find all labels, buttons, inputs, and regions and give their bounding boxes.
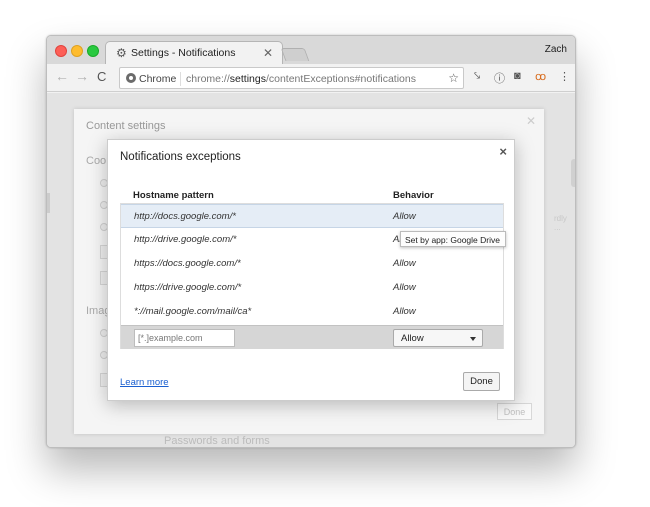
set-by-app-tooltip: Set by app: Google Drive [400, 231, 506, 247]
exception-hostname: https://drive.google.com/* [134, 282, 242, 293]
content-settings-title: Content settings [86, 120, 166, 132]
close-window-button[interactable] [55, 45, 67, 57]
reload-icon[interactable]: C [97, 69, 106, 84]
exception-behavior: Allow [393, 211, 416, 222]
exception-hostname: http://drive.google.com/* [134, 234, 237, 245]
info-extension-icon[interactable]: ⓘ [494, 70, 505, 86]
sidebar-marker [47, 193, 50, 213]
behavior-select-value: Allow [401, 333, 424, 344]
site-chip: Chrome [139, 73, 177, 85]
hostname-column-header: Hostname pattern [133, 190, 214, 201]
url-path: /contentExceptions#notifications [265, 73, 416, 85]
exception-row[interactable]: https://drive.google.com/* Allow [121, 276, 503, 300]
learn-more-link[interactable]: Learn more [120, 377, 169, 388]
exceptions-list: http://docs.google.com/* Allow http://dr… [120, 204, 504, 349]
exception-hostname: *://mail.google.com/mail/ca* [134, 306, 252, 317]
exception-row[interactable]: https://docs.google.com/* Allow [121, 252, 503, 276]
forward-arrow-icon[interactable]: → [75, 68, 89, 84]
behavior-column-header: Behavior [393, 190, 434, 201]
done-button[interactable]: Done [463, 372, 500, 391]
pocket-extension-icon[interactable]: ◙ [514, 70, 521, 82]
address-bar[interactable]: Chrome chrome://settings/contentExceptio… [119, 67, 464, 89]
url-text[interactable]: chrome://settings/contentExceptions#noti… [186, 73, 416, 85]
back-arrow-icon[interactable]: ← [55, 68, 69, 84]
url-scheme: chrome:// [186, 73, 230, 85]
menu-kebab-icon[interactable]: ⋮ [559, 70, 570, 83]
dialog-close-icon[interactable]: × [499, 144, 507, 159]
exception-behavior: Allow [393, 306, 416, 317]
exception-behavior: Allow [393, 282, 416, 293]
exception-row[interactable]: http://docs.google.com/* Allow [121, 204, 503, 228]
browser-toolbar: ← → C Chrome chrome://settings/contentEx… [47, 64, 575, 92]
maximize-window-button[interactable] [87, 45, 99, 57]
exception-hostname: https://docs.google.com/* [134, 258, 241, 269]
omnibox-divider [180, 72, 181, 86]
new-pattern-input[interactable]: [*.]example.com [134, 329, 235, 347]
new-tab-button[interactable] [280, 48, 310, 61]
cookies-section-label: Coo [86, 155, 107, 167]
new-exception-row: [*.]example.com Allow [121, 325, 503, 349]
exception-hostname: http://docs.google.com/* [134, 211, 236, 222]
tab-settings-notifications[interactable]: ⚙ Settings - Notifications ✕ [105, 41, 283, 64]
minimize-window-button[interactable] [71, 45, 83, 57]
content-settings-done-button[interactable]: Done [497, 403, 532, 420]
scrollbar-thumb[interactable] [571, 159, 575, 187]
profile-name[interactable]: Zach [545, 44, 567, 55]
exception-behavior: Allow [393, 258, 416, 269]
tab-title-prefix: Settings - [131, 47, 179, 59]
shoe-extension-icon[interactable]: ꝏ [535, 70, 546, 83]
tab-title: Notifications [178, 47, 236, 59]
dialog-title: Notifications exceptions [120, 151, 241, 163]
content-settings-close-icon[interactable]: ✕ [526, 114, 536, 128]
gear-icon: ⚙ [116, 46, 127, 60]
chrome-icon [126, 73, 136, 83]
exception-row[interactable]: *://mail.google.com/mail/ca* Allow [121, 300, 503, 324]
tab-close-icon[interactable]: ✕ [263, 46, 273, 60]
chevron-down-icon [470, 337, 476, 341]
notifications-exceptions-dialog: Notifications exceptions × Hostname patt… [107, 139, 515, 401]
tab-strip: ⚙ Settings - Notifications ✕ Zach [47, 36, 575, 64]
faint-background-text: rdly ... [554, 214, 567, 232]
pin-extension-icon[interactable]: ⤥ [474, 70, 480, 83]
passwords-section-label: Passwords and forms [164, 435, 270, 447]
behavior-select[interactable]: Allow [393, 329, 483, 347]
url-host: settings [229, 73, 266, 85]
bookmark-star-icon[interactable]: ☆ [448, 71, 459, 85]
